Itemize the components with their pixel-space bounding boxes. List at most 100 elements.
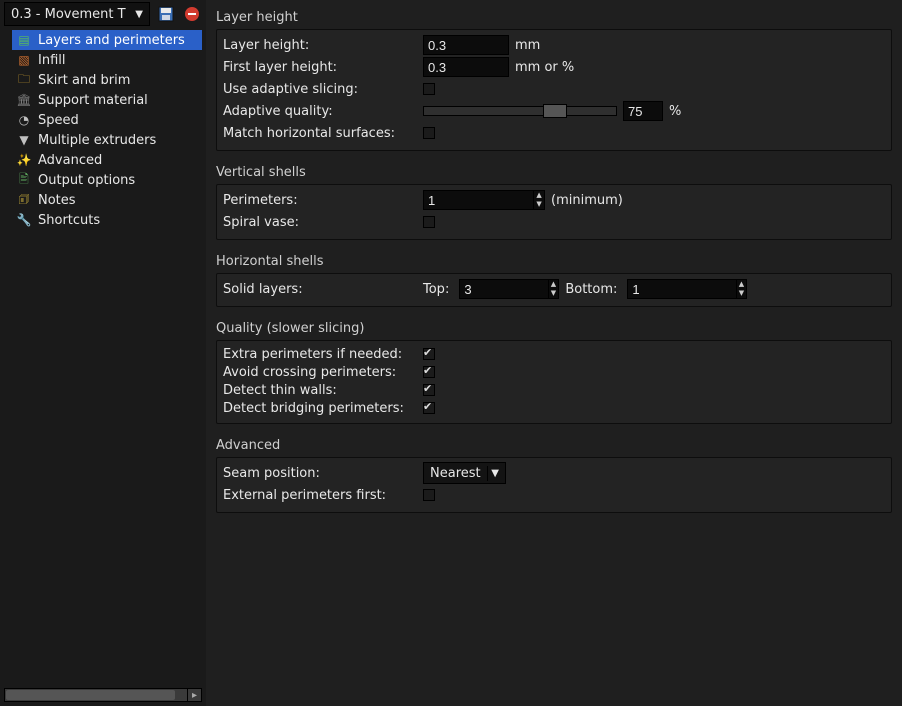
avoid-crossing-label: Avoid crossing perimeters: [223,365,417,380]
slider-thumb[interactable] [543,104,567,118]
shortcuts-icon: 🔧 [16,212,32,228]
seam-position-label: Seam position: [223,466,417,481]
solid-layers-label: Solid layers: [223,282,417,297]
notes-icon: 🗊 [16,192,32,208]
detect-bridging-checkbox[interactable] [423,402,435,414]
sidebar-item-label: Layers and perimeters [38,33,185,48]
group-horizontal-shells: Horizontal shells Solid layers: Top: ▲▼ … [216,252,892,307]
perimeters-spinner[interactable]: ▲▼ [423,190,545,210]
spin-up-icon[interactable]: ▲ [534,191,544,200]
extra-perimeters-checkbox[interactable] [423,348,435,360]
group-vertical-shells: Vertical shells Perimeters: ▲▼ (minimum)… [216,163,892,240]
adaptive-slicing-checkbox[interactable] [423,83,435,95]
group-quality: Quality (slower slicing) Extra perimeter… [216,319,892,424]
adaptive-quality-input[interactable] [623,101,663,121]
horizontal-scrollbar-thumb[interactable] [6,690,175,700]
sidebar-item-label: Infill [38,53,66,68]
seam-position-value: Nearest [430,466,481,481]
top-layers-spinner[interactable]: ▲▼ [459,279,559,299]
spin-down-icon[interactable]: ▼ [737,289,747,298]
profile-label: 0.3 - Movement T [11,7,126,22]
save-button[interactable] [156,4,176,24]
match-horizontal-label: Match horizontal surfaces: [223,126,417,141]
sidebar-item-label: Speed [38,113,79,128]
sidebar-item-shortcuts[interactable]: 🔧 Shortcuts [12,210,202,230]
group-title-quality: Quality (slower slicing) [216,319,892,340]
scroll-right-arrow-icon[interactable]: ▸ [187,689,201,701]
group-title-layer-height: Layer height [216,8,892,29]
sidebar-item-label: Skirt and brim [38,73,130,88]
sidebar-item-advanced[interactable]: ✨Advanced [12,150,202,170]
spin-up-icon[interactable]: ▲ [737,280,747,289]
adaptive-slicing-label: Use adaptive slicing: [223,82,417,97]
advanced-icon: ✨ [16,152,32,168]
detect-bridging-label: Detect bridging perimeters: [223,401,417,416]
group-advanced: Advanced Seam position: Nearest ▼ Extern… [216,436,892,513]
delete-button[interactable] [182,4,202,24]
sidebar-item-skirt-and-brim[interactable]: 🗀 Skirt and brim [12,70,202,90]
infill-icon: ▧ [16,52,32,68]
perimeters-suffix: (minimum) [551,193,623,208]
sidebar: 0.3 - Movement T ▼ ▤ Layers and perimeter… [0,0,206,706]
spiral-vase-label: Spiral vase: [223,215,417,230]
extruders-icon: ▼ [16,132,32,148]
layer-height-label: Layer height: [223,38,417,53]
adaptive-quality-slider[interactable] [423,106,617,116]
sidebar-item-label: Notes [38,193,76,208]
spin-down-icon[interactable]: ▼ [534,200,544,209]
sidebar-item-layers-and-perimeters[interactable]: ▤ Layers and perimeters [12,30,202,50]
extra-perimeters-label: Extra perimeters if needed: [223,347,417,362]
group-title-vertical-shells: Vertical shells [216,163,892,184]
sidebar-item-output-options[interactable]: 🖹 Output options [12,170,202,190]
bottom-layers-spinner[interactable]: ▲▼ [627,279,747,299]
spin-down-icon[interactable]: ▼ [549,289,559,298]
profile-selector[interactable]: 0.3 - Movement T ▼ [4,2,150,26]
match-horizontal-checkbox[interactable] [423,127,435,139]
layer-height-input[interactable] [423,35,509,55]
chevron-down-icon: ▼ [487,466,503,481]
group-title-horizontal-shells: Horizontal shells [216,252,892,273]
spin-up-icon[interactable]: ▲ [549,280,559,289]
sidebar-item-infill[interactable]: ▧ Infill [12,50,202,70]
first-layer-height-label: First layer height: [223,60,417,75]
sidebar-item-label: Output options [38,173,135,188]
sidebar-item-speed[interactable]: ◔ Speed [12,110,202,130]
output-icon: 🖹 [16,172,32,188]
first-layer-height-unit: mm or % [515,60,574,75]
group-layer-height: Layer height Layer height: mm First laye… [216,8,892,151]
external-perimeters-first-label: External perimeters first: [223,488,417,503]
seam-position-select[interactable]: Nearest ▼ [423,462,506,484]
spiral-vase-checkbox[interactable] [423,216,435,228]
sidebar-item-support-material[interactable]: 🏛 Support material [12,90,202,110]
group-title-advanced: Advanced [216,436,892,457]
sidebar-item-notes[interactable]: 🗊 Notes [12,190,202,210]
sidebar-topbar: 0.3 - Movement T ▼ [0,0,206,30]
layers-icon: ▤ [16,32,32,48]
sidebar-item-multiple-extruders[interactable]: ▼ Multiple extruders [12,130,202,150]
top-label: Top: [423,282,453,297]
layer-height-unit: mm [515,38,540,53]
speed-icon: ◔ [16,112,32,128]
sidebar-item-label: Shortcuts [38,213,100,228]
horizontal-scrollbar[interactable]: ▸ [4,688,202,702]
sidebar-item-label: Multiple extruders [38,133,156,148]
bottom-label: Bottom: [565,282,621,297]
bottom-layers-input[interactable] [628,280,735,298]
first-layer-height-input[interactable] [423,57,509,77]
sidebar-item-label: Support material [38,93,148,108]
chevron-down-icon: ▼ [135,9,143,20]
top-layers-input[interactable] [460,280,547,298]
perimeters-label: Perimeters: [223,193,417,208]
floppy-disk-icon [158,6,174,22]
detect-thin-walls-checkbox[interactable] [423,384,435,396]
settings-panel: Layer height Layer height: mm First laye… [206,0,902,706]
avoid-crossing-checkbox[interactable] [423,366,435,378]
detect-thin-walls-label: Detect thin walls: [223,383,417,398]
perimeters-input[interactable] [424,191,533,209]
support-icon: 🏛 [16,92,32,108]
adaptive-quality-label: Adaptive quality: [223,104,417,119]
minus-circle-icon [184,6,200,22]
skirt-brim-icon: 🗀 [16,72,32,88]
external-perimeters-first-checkbox[interactable] [423,489,435,501]
settings-tree: ▤ Layers and perimeters ▧ Infill 🗀 Skirt and … [0,30,206,688]
